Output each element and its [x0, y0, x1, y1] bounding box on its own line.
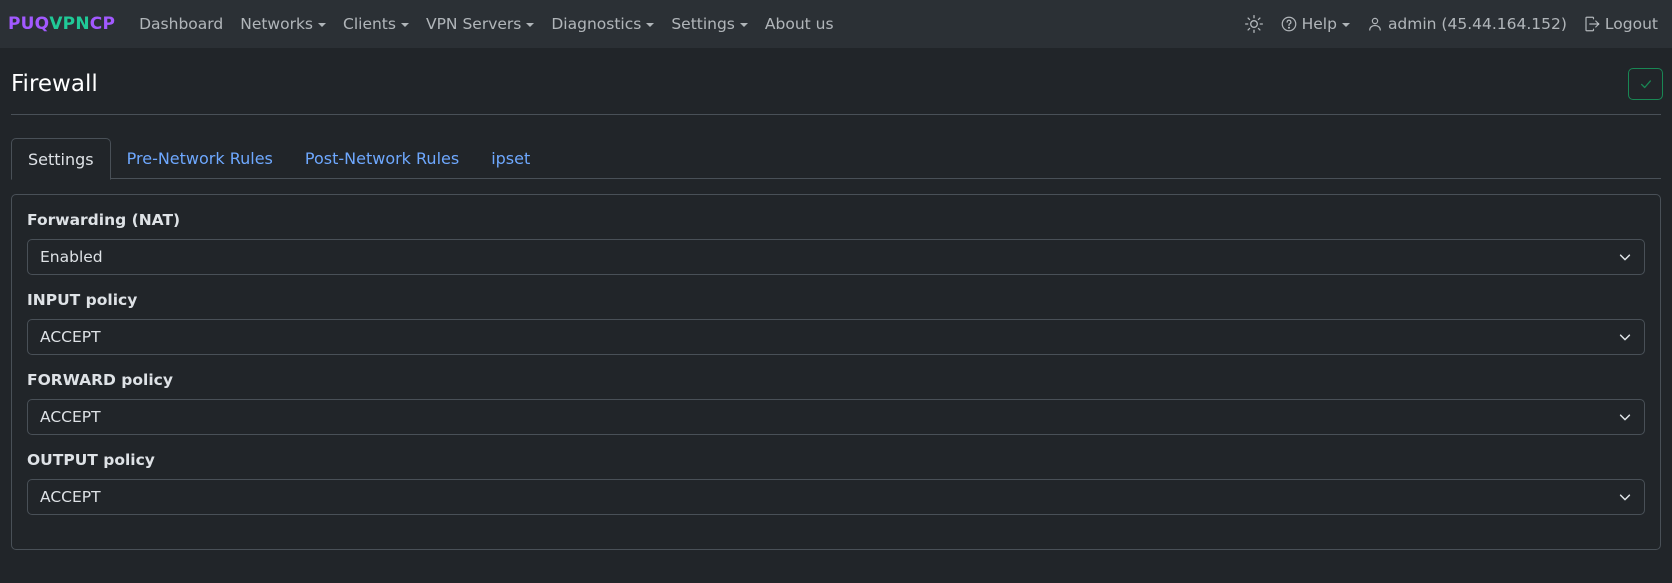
- page-title: Firewall: [11, 71, 98, 97]
- page-header: Firewall: [11, 48, 1663, 115]
- chevron-down-icon: [1619, 254, 1631, 261]
- nav-about-us[interactable]: About us: [765, 15, 834, 33]
- nav-vpn-servers-label: VPN Servers: [425, 15, 522, 33]
- nav-dashboard[interactable]: Dashboard: [139, 15, 223, 33]
- nav-diagnostics-dropdown[interactable]: Diagnostics: [551, 15, 655, 33]
- input-policy-select[interactable]: ACCEPT: [27, 319, 1645, 355]
- tab-pre-network-rules[interactable]: Pre-Network Rules: [111, 138, 289, 179]
- brand-part-vpn: VPN: [49, 14, 90, 34]
- output-policy-label: OUTPUT policy: [27, 451, 155, 469]
- nav-about-us-label: About us: [764, 15, 834, 33]
- settings-card: Forwarding (NAT) Enabled INPUT policy AC…: [11, 194, 1661, 550]
- chevron-down-icon: [1619, 334, 1631, 341]
- forwarding-nat-select[interactable]: Enabled: [27, 239, 1645, 275]
- save-button[interactable]: [1628, 68, 1663, 100]
- nav-vpn-servers-dropdown[interactable]: VPN Servers: [425, 15, 535, 33]
- firewall-tabs: Settings Pre-Network Rules Post-Network …: [11, 138, 1661, 180]
- forward-policy-label: FORWARD policy: [27, 371, 173, 389]
- caret-down-icon: [400, 23, 409, 27]
- nav-networks-dropdown[interactable]: Networks: [240, 15, 327, 33]
- tab-ipset[interactable]: ipset: [475, 138, 546, 179]
- tab-post-network-rules[interactable]: Post-Network Rules: [289, 138, 475, 179]
- help-dropdown[interactable]: Help: [1280, 15, 1350, 33]
- top-navbar: PUQVPNCP Dashboard Networks Clients VPN …: [0, 0, 1672, 48]
- input-policy-value: ACCEPT: [40, 328, 101, 346]
- output-policy-field: OUTPUT policy ACCEPT: [27, 451, 1645, 515]
- question-circle-icon: [1281, 16, 1296, 32]
- caret-down-icon: [318, 23, 327, 27]
- nav-right: Help admin (45.44.164.152) Logout: [1228, 0, 1658, 48]
- forwarding-nat-field: Forwarding (NAT) Enabled: [27, 211, 1645, 275]
- forwarding-nat-value: Enabled: [40, 248, 103, 266]
- forward-policy-value: ACCEPT: [40, 408, 101, 426]
- forward-policy-field: FORWARD policy ACCEPT: [27, 371, 1645, 435]
- caret-down-icon: [646, 23, 655, 27]
- input-policy-label: INPUT policy: [27, 291, 138, 309]
- caret-down-icon: [739, 23, 748, 27]
- nav-clients-label: Clients: [343, 15, 396, 33]
- main-content: Firewall Settings Pre-Network Rules Post…: [0, 48, 1672, 550]
- brand-logo[interactable]: PUQVPNCP: [8, 14, 115, 34]
- user-label: admin (45.44.164.152): [1387, 15, 1567, 33]
- brand-part-puq: PUQ: [8, 14, 50, 34]
- logout-button[interactable]: Logout: [1583, 15, 1658, 33]
- help-label: Help: [1301, 15, 1337, 33]
- brand-part-cp: CP: [89, 14, 116, 34]
- output-policy-value: ACCEPT: [40, 488, 101, 506]
- input-policy-field: INPUT policy ACCEPT: [27, 291, 1645, 355]
- nav-settings-dropdown[interactable]: Settings: [671, 15, 748, 33]
- nav-clients-dropdown[interactable]: Clients: [343, 15, 409, 33]
- user-account-link[interactable]: admin (45.44.164.152): [1366, 15, 1567, 33]
- caret-down-icon: [1341, 23, 1350, 27]
- chevron-down-icon: [1619, 494, 1631, 501]
- nav-diagnostics-label: Diagnostics: [551, 15, 642, 33]
- forward-policy-select[interactable]: ACCEPT: [27, 399, 1645, 435]
- output-policy-select[interactable]: ACCEPT: [27, 479, 1645, 515]
- nav-left: PUQVPNCP Dashboard Networks Clients VPN …: [8, 14, 851, 34]
- nav-dashboard-label: Dashboard: [139, 15, 224, 33]
- forwarding-nat-label: Forwarding (NAT): [27, 211, 181, 229]
- check-icon: [1640, 80, 1651, 89]
- sun-icon: [1244, 15, 1263, 33]
- theme-toggle-button[interactable]: [1244, 14, 1264, 34]
- logout-icon: [1585, 16, 1600, 32]
- nav-settings-label: Settings: [671, 15, 735, 33]
- chevron-down-icon: [1619, 414, 1631, 421]
- user-icon: [1369, 17, 1381, 31]
- tab-settings[interactable]: Settings: [11, 138, 111, 180]
- nav-networks-label: Networks: [240, 15, 314, 33]
- caret-down-icon: [526, 23, 535, 27]
- logout-label: Logout: [1604, 15, 1658, 33]
